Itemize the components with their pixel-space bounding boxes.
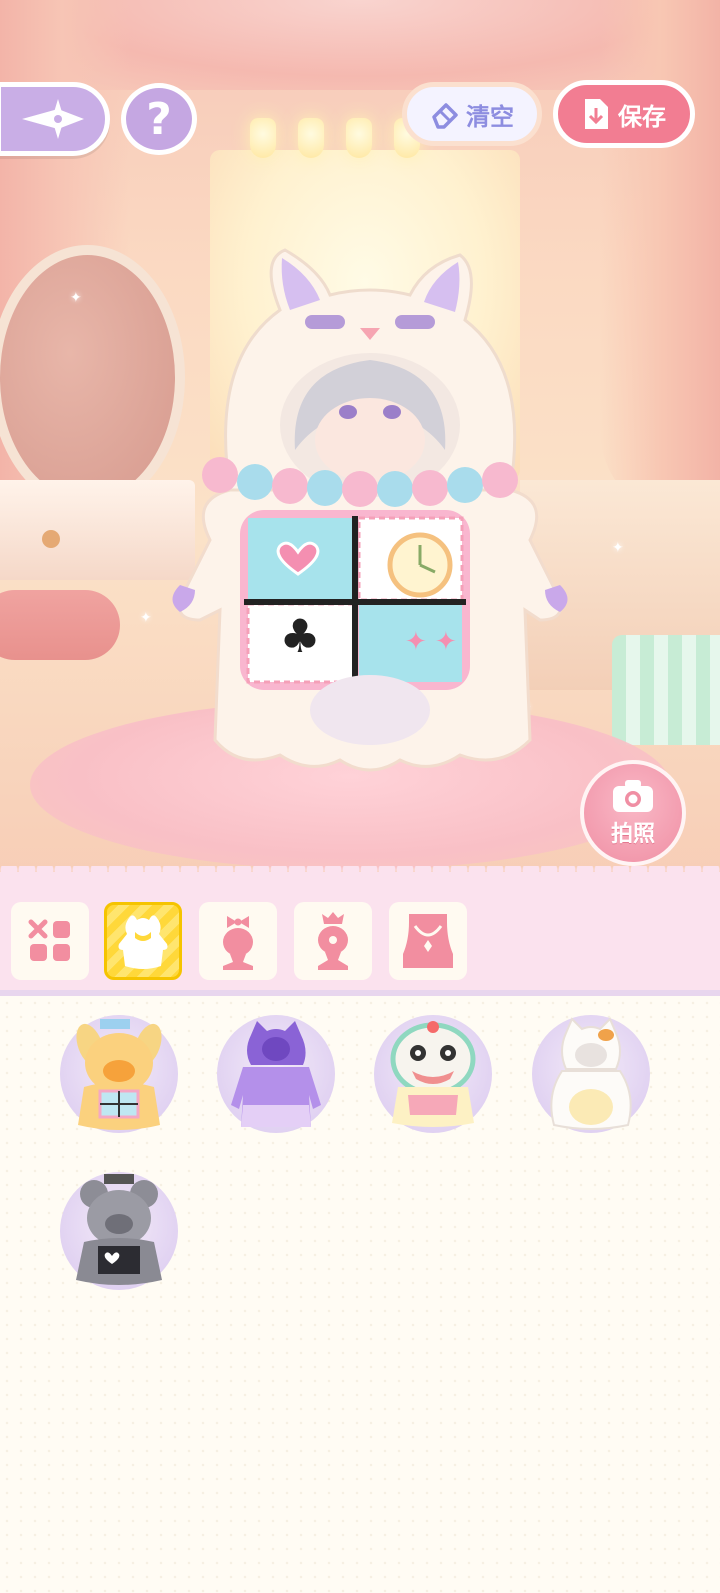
- tab-headwear[interactable]: [199, 902, 277, 980]
- sparkle-icon: ✦: [70, 290, 82, 306]
- help-button[interactable]: ?: [121, 83, 197, 155]
- item-lion-dance-costume[interactable]: [374, 1015, 492, 1133]
- bow-head-icon: [223, 916, 253, 970]
- vanity-stool: [0, 590, 120, 660]
- head-accessory-icon: [318, 912, 348, 970]
- save-label: 保存: [618, 102, 666, 131]
- string-light: [250, 118, 276, 158]
- string-light: [346, 118, 372, 158]
- item-gray-mouse-costume[interactable]: [60, 1172, 178, 1290]
- item-yellow-dog-costume[interactable]: [60, 1015, 178, 1133]
- string-light: [298, 118, 324, 158]
- item-purple-cat-hoodie[interactable]: [217, 1015, 335, 1133]
- photo-label: 拍照: [610, 822, 655, 847]
- save-file-icon: [585, 99, 608, 129]
- tab-all[interactable]: [11, 902, 89, 980]
- gift-box: [612, 635, 720, 745]
- item-calico-cat-costume[interactable]: [532, 1015, 650, 1133]
- clear-label: 清空: [466, 102, 514, 131]
- back-button[interactable]: [0, 82, 110, 156]
- sparkle-icon: ✦: [612, 540, 624, 556]
- svg-text:♣: ♣: [279, 609, 320, 663]
- character-avatar[interactable]: ♠ ♣ ✦ ✦: [170, 240, 570, 800]
- tab-full-costume[interactable]: [104, 902, 182, 980]
- sparkle-icon: ✦: [140, 610, 152, 626]
- question-mark-icon: ?: [146, 93, 172, 145]
- save-button[interactable]: 保存: [553, 80, 695, 148]
- compass-arrow-icon: [22, 99, 84, 139]
- svg-text:✦ ✦: ✦ ✦: [405, 627, 457, 657]
- tab-necklace[interactable]: [389, 902, 467, 980]
- purple-cat-hoodie-icon: [231, 1021, 321, 1127]
- tab-hair-accessory[interactable]: [294, 902, 372, 980]
- vanity-mirror: [0, 245, 185, 510]
- photo-button[interactable]: 拍照: [580, 760, 686, 866]
- yellow-dog-costume-icon: [76, 1019, 162, 1130]
- eraser-icon: [432, 103, 458, 129]
- calico-cat-costume-icon: [550, 1017, 632, 1130]
- lace-trim: [0, 866, 720, 886]
- necklace-icon: [403, 914, 453, 968]
- costume-icon: [118, 915, 168, 969]
- grid-icon: [28, 919, 70, 961]
- camera-icon: [613, 780, 653, 812]
- vanity-table: [0, 480, 195, 580]
- lion-dance-costume-icon: [390, 1021, 476, 1127]
- clear-button[interactable]: 清空: [402, 82, 542, 146]
- gray-mouse-costume-icon: [76, 1174, 162, 1285]
- drawer-knob: [42, 530, 60, 548]
- right-curtain: [600, 0, 720, 520]
